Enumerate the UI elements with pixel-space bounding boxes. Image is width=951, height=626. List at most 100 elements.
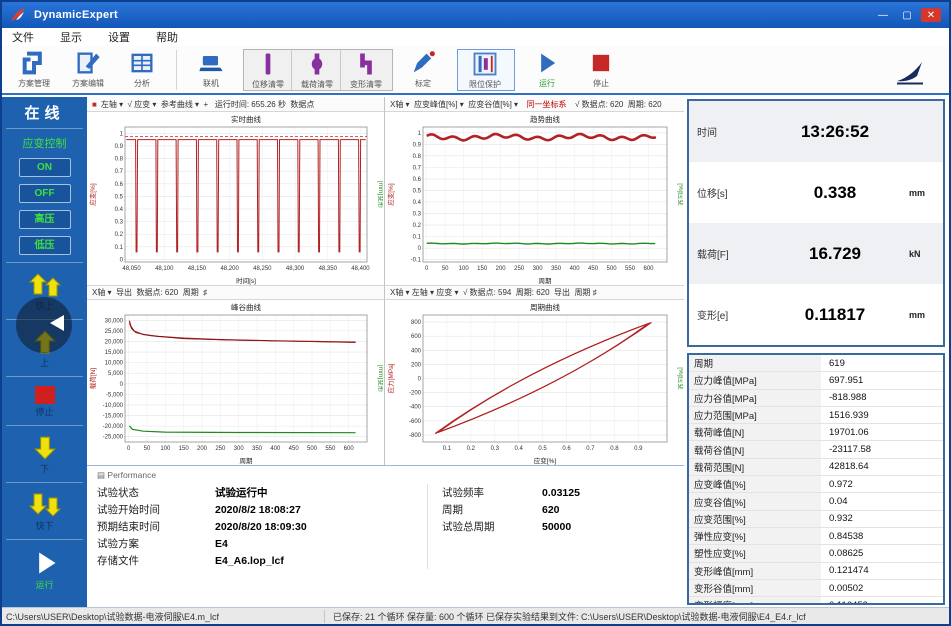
menu-help[interactable]: 帮助 [156,29,178,45]
table-row-label: 弹性应变[%] [689,528,821,544]
svg-text:0.9: 0.9 [634,446,643,452]
svg-text:150: 150 [477,266,488,272]
chart-realtime: 00.10.20.30.40.50.60.70.80.9148,05048,10… [87,112,383,285]
svg-text:载荷[N]: 载荷[N] [88,368,97,390]
chart-header-realtime[interactable]: ■ 左轴 ▾ √ 应变 ▾ 参考曲线 ▾ + 运行时间: 655.26 秒 数据… [87,97,384,112]
performance-value: 620 [542,504,560,516]
svg-text:时间[s]: 时间[s] [236,276,256,285]
chart-peakvalley: 30,00025,00020,00015,00010,0005,0000-5,0… [87,300,383,465]
svg-text:-600: -600 [409,419,422,425]
zero-deformation-button[interactable]: 变形清零 [343,50,389,90]
svg-text:0: 0 [425,266,429,272]
performance-row: 周期 620 [442,501,682,518]
svg-text:-800: -800 [409,433,422,439]
readout-value: 16.729 [761,244,909,264]
svg-text:450: 450 [289,446,300,452]
zero-load-button[interactable]: 载荷清零 [294,50,341,90]
limit-protection-button[interactable]: 限位保护 [459,50,511,90]
title-bar: DynamicExpert — ▢ ✕ [2,2,949,28]
on-button[interactable]: ON [19,158,71,177]
svg-text:-25,000: -25,000 [103,435,124,441]
sidebar: 在线 应变控制 ON OFF 高压 低压 快上 上 停止 [2,97,87,608]
readout-row: 变形[e] 0.11817 mm [689,284,943,345]
sidebar-stop-button[interactable]: 停止 [2,382,87,420]
run-icon [533,49,561,77]
stop-button[interactable]: 停止 [575,49,627,89]
table-row-value: 0.08625 [821,548,863,559]
readout-label: 变形[e] [689,307,761,322]
chart-area: ■ 左轴 ▾ √ 应变 ▾ 参考曲线 ▾ + 运行时间: 655.26 秒 数据… [87,97,684,608]
sidebar-run-button[interactable]: 运行 [2,545,87,593]
performance-value: E4_A6.lop_lcf [215,555,284,567]
up-arrow-icon [32,329,58,355]
off-button[interactable]: OFF [19,184,71,203]
table-row-value: 0.04 [821,496,848,507]
zero-displacement-icon [254,50,282,78]
fast-down-button[interactable]: 快下 [2,488,87,534]
connect-button[interactable]: 联机 [185,49,237,89]
toolbar-separator [176,50,177,90]
svg-text:250: 250 [514,266,525,272]
zero-load-icon [303,50,331,78]
analysis-icon [128,49,156,77]
chart-header-trend[interactable]: X轴 ▾ 应变峰值[%] ▾ 应变谷值[%] ▾ 同一坐标系 √ 数据点: 62… [384,97,684,112]
menu-file[interactable]: 文件 [12,29,34,45]
svg-text:1: 1 [418,131,422,137]
readout-unit: kN [909,249,943,259]
svg-text:应变[%]: 应变[%] [386,183,395,206]
svg-text:450: 450 [588,266,599,272]
performance-value: E4 [215,538,228,550]
up-button[interactable]: 上 [2,325,87,371]
svg-text:15,000: 15,000 [105,350,124,356]
svg-text:20,000: 20,000 [105,339,124,345]
toolbar: 方案管理 方案编辑 分析 联机 [2,46,949,95]
close-button[interactable]: ✕ [921,8,941,22]
minimize-button[interactable]: — [873,8,893,22]
stop-square-icon [35,386,55,404]
svg-text:0.4: 0.4 [413,200,422,206]
table-row: 弹性应变[%] 0.84538 [689,528,943,545]
down-button[interactable]: 下 [2,431,87,477]
menu-display[interactable]: 显示 [60,29,82,45]
svg-text:100: 100 [459,266,470,272]
control-mode-label: 应变控制 [2,135,87,151]
svg-text:0.2: 0.2 [115,232,124,238]
calibrate-button[interactable]: 标定 [397,49,449,89]
status-file-path: C:\Users\USER\Desktop\试验数据-电液伺服\E4.m_lcf [2,610,324,623]
svg-text:0.4: 0.4 [515,446,524,452]
scheme-edit-button[interactable]: 方案编辑 [62,49,114,89]
performance-label: 试验方案 [97,536,215,551]
svg-text:600: 600 [411,334,422,340]
table-row-label: 载荷谷值[N] [689,441,821,457]
svg-text:100: 100 [160,446,171,452]
scheme-manage-button[interactable]: 方案管理 [8,49,60,89]
table-row-value: -23117.58 [821,444,871,455]
menu-settings[interactable]: 设置 [108,29,130,45]
chart-header-peakvalley[interactable]: X轴 ▾ 导出 数据点: 620 周期 ♯ [87,285,384,300]
table-row-value: 0.00502 [821,583,863,594]
high-pressure-button[interactable]: 高压 [19,210,71,229]
svg-text:0.5: 0.5 [413,188,422,194]
svg-text:50: 50 [144,446,151,452]
svg-text:0.3: 0.3 [115,220,124,226]
maximize-button[interactable]: ▢ [897,8,917,22]
limit-protection-icon [471,50,499,78]
svg-text:峰谷曲线: 峰谷曲线 [231,302,261,312]
low-pressure-button[interactable]: 低压 [19,236,71,255]
run-button[interactable]: 运行 [521,49,573,89]
table-row-value: 0.932 [821,513,853,524]
chart-header-hysteresis[interactable]: X轴 ▾ 左轴 ▾ 应变 ▾ √ 数据点: 594 周期: 620 导出 周期 … [384,285,684,300]
chart-hysteresis: 8006004002000-200-400-600-8000.10.20.30.… [385,300,683,465]
zero-displacement-button[interactable]: 位移清零 [245,50,292,90]
svg-text:0.5: 0.5 [115,194,124,200]
analysis-button[interactable]: 分析 [116,49,168,89]
svg-text:趋势曲线: 趋势曲线 [530,114,560,124]
svg-text:周期: 周期 [240,457,254,465]
svg-text:48,100: 48,100 [155,266,174,272]
table-row-label: 变形谷值[mm] [689,580,821,596]
svg-text:600: 600 [344,446,355,452]
fast-up-button[interactable]: 快上 [2,268,87,314]
performance-value: 2020/8/20 18:09:30 [215,521,307,533]
table-row-value: 1516.939 [821,410,869,421]
performance-row: 试验频率 0.03125 [442,484,682,501]
